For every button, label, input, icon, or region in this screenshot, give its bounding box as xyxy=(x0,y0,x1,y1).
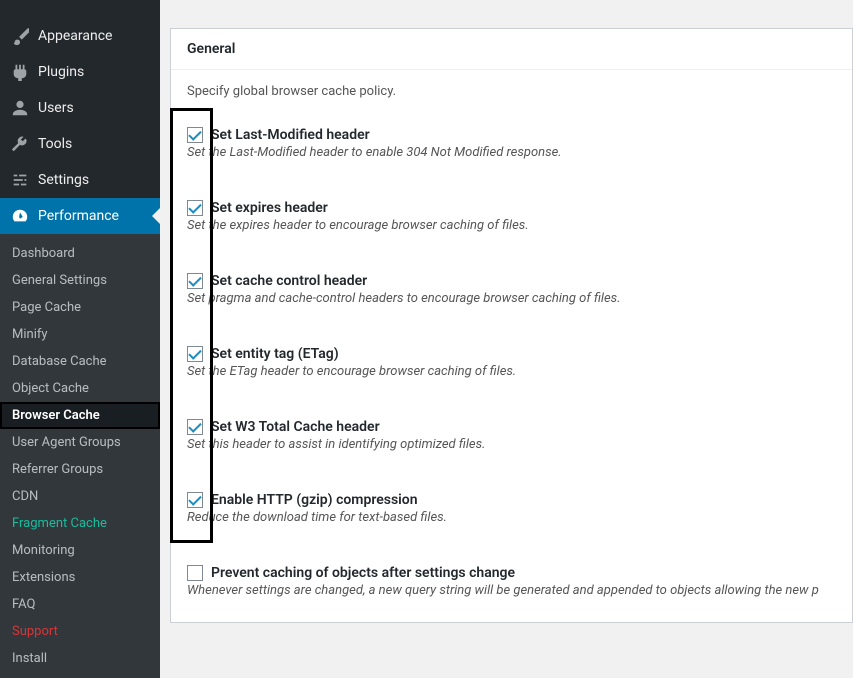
option-label[interactable]: Prevent caching of objects after setting… xyxy=(211,565,515,581)
general-panel: General Specify global browser cache pol… xyxy=(170,28,853,623)
submenu: DashboardGeneral SettingsPage CacheMinif… xyxy=(0,234,160,678)
sidebar-item-label: Tools xyxy=(38,136,72,152)
option-row: Set cache control header xyxy=(187,273,836,289)
submenu-item-install[interactable]: Install xyxy=(0,645,160,672)
panel-intro: Specify global browser cache policy. xyxy=(187,84,836,99)
sidebar-item-label: Plugins xyxy=(38,64,84,80)
sidebar-item-appearance[interactable]: Appearance xyxy=(0,18,160,54)
content-area: General Specify global browser cache pol… xyxy=(160,0,853,664)
sidebar-item-plugins[interactable]: Plugins xyxy=(0,54,160,90)
sidebar-item-label: Settings xyxy=(38,172,89,188)
option-description: Set the expires header to encourage brow… xyxy=(187,218,836,233)
option-block: Set Last-Modified header Set the Last-Mod… xyxy=(187,127,836,160)
option-label[interactable]: Set entity tag (ETag) xyxy=(211,346,339,362)
plug-icon xyxy=(10,62,30,82)
sidebar-item-performance[interactable]: Performance xyxy=(0,198,160,234)
wrench-icon xyxy=(10,134,30,154)
brush-icon xyxy=(10,26,30,46)
option-description: Set the Last-Modified header to enable 3… xyxy=(187,145,836,160)
option-description: Set the ETag header to encourage browser… xyxy=(187,364,836,379)
option-description: Set this header to assist in identifying… xyxy=(187,437,836,452)
option-checkbox[interactable] xyxy=(187,419,203,435)
option-row: Enable HTTP (gzip) compression xyxy=(187,492,836,508)
submenu-item-general-settings[interactable]: General Settings xyxy=(0,267,160,294)
submenu-item-database-cache[interactable]: Database Cache xyxy=(0,348,160,375)
option-row: Set Last-Modified header xyxy=(187,127,836,143)
submenu-item-browser-cache[interactable]: Browser Cache xyxy=(0,402,160,429)
option-label[interactable]: Set Last-Modified header xyxy=(211,127,370,143)
submenu-item-monitoring[interactable]: Monitoring xyxy=(0,537,160,564)
submenu-item-cdn[interactable]: CDN xyxy=(0,483,160,510)
option-block: Set cache control header Set pragma and c… xyxy=(187,273,836,306)
option-block: Enable HTTP (gzip) compression Reduce the… xyxy=(187,492,836,525)
submenu-item-minify[interactable]: Minify xyxy=(0,321,160,348)
sidebar-item-settings[interactable]: Settings xyxy=(0,162,160,198)
option-checkbox[interactable] xyxy=(187,346,203,362)
submenu-item-referrer-groups[interactable]: Referrer Groups xyxy=(0,456,160,483)
option-checkbox[interactable] xyxy=(187,200,203,216)
option-block: Set expires header Set the expires header… xyxy=(187,200,836,233)
admin-sidebar: Appearance Plugins Users Tools Settings Perfo… xyxy=(0,0,160,664)
option-row: Set expires header xyxy=(187,200,836,216)
option-label[interactable]: Enable HTTP (gzip) compression xyxy=(211,492,418,508)
option-block: Prevent caching of objects after setting… xyxy=(187,565,836,598)
sidebar-item-label: Users xyxy=(38,100,74,116)
submenu-item-faq[interactable]: FAQ xyxy=(0,591,160,618)
gauge-icon xyxy=(10,206,30,226)
option-label[interactable]: Set W3 Total Cache header xyxy=(211,419,380,435)
option-label[interactable]: Set cache control header xyxy=(211,273,367,289)
submenu-item-user-agent-groups[interactable]: User Agent Groups xyxy=(0,429,160,456)
option-description: Whenever settings are changed, a new que… xyxy=(187,583,836,598)
submenu-item-page-cache[interactable]: Page Cache xyxy=(0,294,160,321)
submenu-item-fragment-cache[interactable]: Fragment Cache xyxy=(0,510,160,537)
option-description: Set pragma and cache-control headers to … xyxy=(187,291,836,306)
option-block: Set entity tag (ETag) Set the ETag header… xyxy=(187,346,836,379)
sidebar-item-label: Appearance xyxy=(38,28,112,44)
submenu-item-object-cache[interactable]: Object Cache xyxy=(0,375,160,402)
submenu-item-support[interactable]: Support xyxy=(0,618,160,645)
option-label[interactable]: Set expires header xyxy=(211,200,328,216)
panel-body: Specify global browser cache policy. Set… xyxy=(171,70,852,622)
option-description: Reduce the download time for text-based … xyxy=(187,510,836,525)
sidebar-item-users[interactable]: Users xyxy=(0,90,160,126)
option-row: Set entity tag (ETag) xyxy=(187,346,836,362)
option-row: Set W3 Total Cache header xyxy=(187,419,836,435)
option-row: Prevent caching of objects after setting… xyxy=(187,565,836,581)
option-checkbox[interactable] xyxy=(187,273,203,289)
sidebar-item-tools[interactable]: Tools xyxy=(0,126,160,162)
option-checkbox[interactable] xyxy=(187,127,203,143)
option-block: Set W3 Total Cache header Set this header… xyxy=(187,419,836,452)
sidebar-item-label: Performance xyxy=(38,208,119,224)
option-checkbox[interactable] xyxy=(187,492,203,508)
panel-title: General xyxy=(171,29,852,70)
user-icon xyxy=(10,98,30,118)
sliders-icon xyxy=(10,170,30,190)
option-checkbox[interactable] xyxy=(187,565,203,581)
submenu-item-extensions[interactable]: Extensions xyxy=(0,564,160,591)
submenu-item-dashboard[interactable]: Dashboard xyxy=(0,240,160,267)
